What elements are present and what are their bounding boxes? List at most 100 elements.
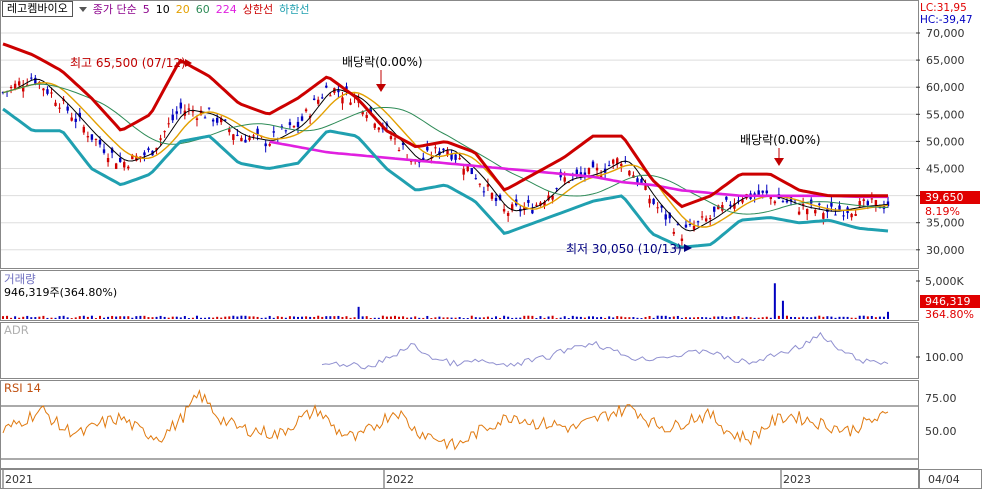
volume-bar [741,317,744,319]
volume-bar [418,317,421,319]
candle-body [535,204,538,206]
dividend2-arrow-icon [774,158,784,166]
candle-body [325,85,328,88]
volume-bar [697,317,700,319]
candle-body [252,135,255,137]
volume-bar [882,316,885,319]
volume-bar [810,317,813,319]
volume-bar [547,316,550,319]
volume-bar [503,315,506,319]
volume-bar [438,316,441,319]
volume-bar [58,316,61,319]
volume-bar [814,316,817,319]
volume-bar [575,316,578,319]
candle-body [854,214,857,216]
candle-body [454,154,457,160]
volume-bar [729,316,732,319]
volume-bar [563,316,566,319]
volume-bar [495,316,498,319]
candle-body [506,212,510,216]
volume-bar [862,315,865,319]
volume-bar [612,317,615,319]
volume-bar [664,315,667,319]
volume-bar [377,317,380,319]
volume-bar [46,317,49,319]
candle-body [228,129,231,133]
volume-bar [539,316,542,319]
volume-bar [373,317,376,319]
candle-body [373,123,376,128]
candle-body [708,218,712,220]
candle-body [106,158,110,163]
stock-name-field[interactable]: 레고켐바이오 [2,1,73,17]
dividend1-annotation: 배당락(0.00%) [342,55,423,69]
volume-bar [660,315,663,319]
volume-bar [422,317,425,319]
volume-bar [365,316,368,319]
volume-bar [794,317,797,319]
volume-bar [297,316,299,319]
candle-body [474,178,478,180]
volume-bar [551,315,554,319]
volume-bar [107,316,110,319]
chevron-down-icon[interactable] [78,6,87,12]
volume-bar [587,316,590,319]
candle-body [805,209,809,215]
candle-body [163,131,166,133]
candle-body [365,115,368,118]
volume-current-label: 946,319 [925,295,971,308]
candle-body [688,223,692,225]
candle-body [527,199,530,203]
volume-bar [644,317,647,319]
candle-body [692,225,696,230]
candle-body [321,97,324,99]
volume-bar [785,315,788,319]
volume-bar [870,315,873,319]
candle-body [288,122,292,126]
volume-bar [721,316,724,319]
candle-body [215,117,219,123]
candle-body [256,128,259,135]
candle-body [74,118,77,122]
candle-body [329,95,332,97]
volume-bar [139,315,142,319]
candle-body [248,137,251,141]
volume-bar [86,316,89,319]
volume-bar [313,316,316,319]
volume-bar [701,317,704,319]
candle-body [818,203,821,205]
volume-bar [127,316,130,319]
candle-body [765,190,768,194]
volume-bar [216,316,219,319]
candle-body [850,213,853,218]
candle-body [118,157,122,162]
candle-body [700,216,704,218]
ma5-label: 5 [142,2,150,16]
volume-bar [10,317,13,319]
candle-body [203,117,207,119]
volume-bar [688,317,691,319]
volume-bar [620,316,623,319]
ma60-label: 60 [195,2,210,16]
adr-panel-frame [0,322,919,379]
volume-bar [369,318,372,319]
chart-canvas: 70,00065,00060,00055,00050,00045,00040,0… [0,0,982,489]
candle-body [312,98,316,100]
volume-bar [74,317,77,319]
volume-bar [583,317,586,319]
candle-body [393,138,397,140]
candle-body [494,197,498,202]
volume-bar [187,318,190,319]
candle-body [268,143,271,146]
volume-bar [887,311,889,319]
volume-bar [66,317,69,319]
volume-bar [232,315,235,319]
volume-bar [733,316,736,319]
ma-label: 종가 단순 [92,3,137,16]
candle-body [482,191,486,193]
candle-body [684,224,688,228]
volume-bar [765,316,768,319]
volume-bar [850,317,853,319]
candle-body [672,231,676,234]
volume-bar [761,317,764,319]
